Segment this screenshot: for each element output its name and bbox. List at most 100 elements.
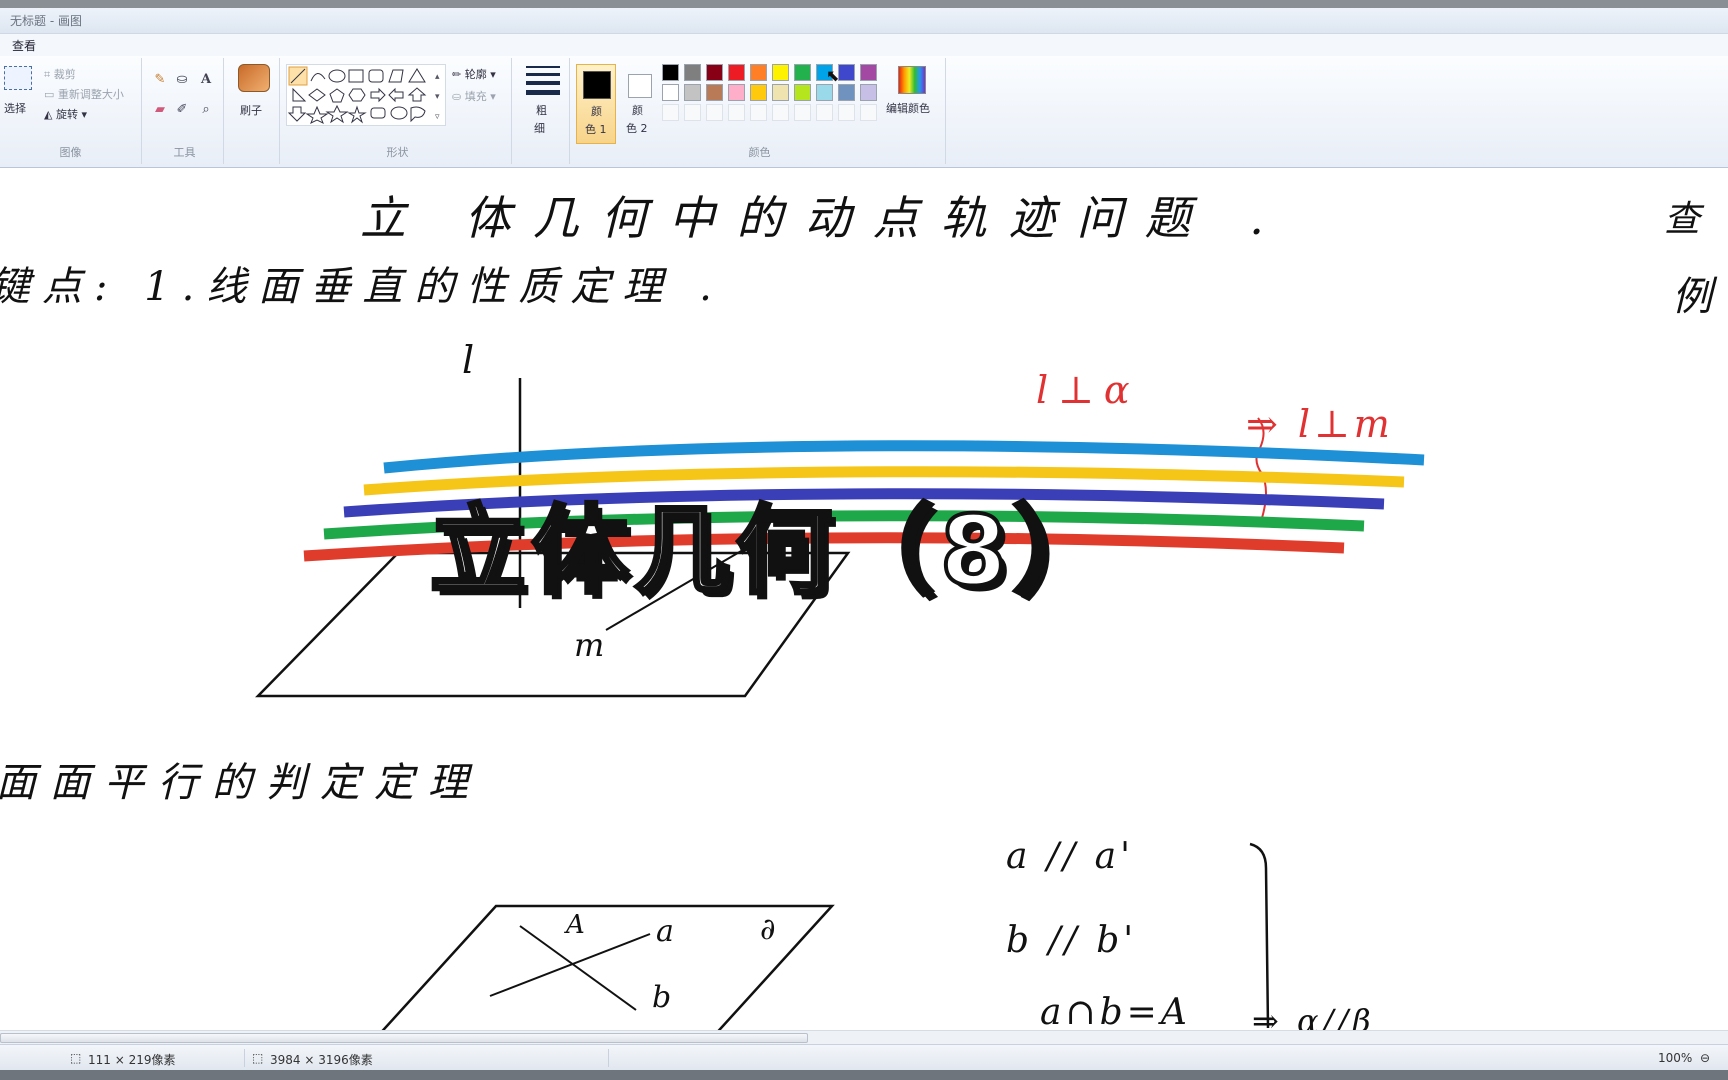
custom-color-slot[interactable] (750, 104, 767, 121)
palette-swatch[interactable] (794, 84, 811, 101)
svg-text:▴: ▴ (435, 72, 440, 82)
scrollbar-thumb[interactable] (0, 1033, 808, 1043)
palette-swatch[interactable] (750, 64, 767, 81)
custom-color-slot[interactable] (860, 104, 877, 121)
tools-group-label: 工具 (173, 146, 196, 159)
outline-button[interactable]: ✏ 轮廓 ▾ (452, 66, 496, 82)
custom-color-slot[interactable] (684, 104, 701, 121)
palette-swatch[interactable] (728, 84, 745, 101)
zoom-level: 100% (1658, 1051, 1693, 1065)
color1-button[interactable]: 颜 色 1 (576, 64, 616, 144)
shapes-gallery-icons: ▴ ▾ ▿ (287, 66, 440, 125)
color2-swatch (628, 74, 652, 98)
color2-button[interactable]: 颜 色 2 (620, 64, 660, 144)
zoom-out-icon[interactable]: ⊖ (1700, 1051, 1710, 1065)
image-group: 选择 ⌗ 裁剪 ▭ 重新调整大小 ◭ 旋转 ▾ 图像 (0, 58, 142, 164)
palette-swatch[interactable] (838, 64, 855, 81)
shapes-group: ▴ ▾ ▿ ✏ 轮廓 ▾ ⛀ 填充 ▾ 形状 (284, 58, 512, 164)
title-bar: 无标题 - 画图 (0, 8, 1728, 34)
resize-label: 重新调整大小 (57, 88, 124, 101)
menu-bar: 查看 (0, 34, 1728, 56)
tab-view[interactable]: 查看 (8, 37, 40, 54)
image-group-label: 图像 (59, 146, 82, 159)
selection-size: 111 × 219像素 (88, 1053, 176, 1067)
magnifier-icon[interactable]: ⌕ (196, 100, 216, 118)
edit-colors-label: 编辑颜色 (886, 102, 930, 115)
brush-icon (238, 64, 270, 92)
window-bottom-border (0, 1070, 1728, 1080)
palette-swatch[interactable] (860, 64, 877, 81)
color2-label-top: 颜 (632, 104, 643, 117)
rainbow-icon (898, 66, 926, 94)
palette-swatch[interactable] (860, 84, 877, 101)
size-label-top: 粗 (536, 104, 547, 117)
color1-label-top: 颜 (591, 105, 602, 118)
colors-group-label: 颜色 (748, 146, 771, 159)
palette-swatch[interactable] (662, 64, 679, 81)
select-label: 选择 (4, 102, 26, 115)
palette-swatch[interactable] (662, 84, 679, 101)
pencil-icon[interactable]: ✎ (150, 70, 170, 88)
color-picker-icon[interactable]: ✐ (172, 100, 192, 118)
color-palette (662, 64, 884, 128)
crop-button[interactable]: ⌗ 裁剪 (44, 66, 76, 82)
resize-button[interactable]: ▭ 重新调整大小 (44, 86, 124, 102)
rotate-button[interactable]: ◭ 旋转 ▾ (44, 106, 87, 122)
outline-label: 轮廓 (464, 68, 487, 81)
palette-swatch[interactable] (772, 84, 789, 101)
drawing-canvas[interactable]: 立 体几何中的动点轨迹问题 . 查 键点: 1.线面垂直的性质定理 . 例 l … (0, 168, 1728, 1030)
custom-color-slot[interactable] (772, 104, 789, 121)
line-width-icon (526, 66, 560, 95)
color1-label-bottom: 色 1 (585, 123, 607, 136)
edit-colors-button[interactable]: 编辑颜色 (886, 64, 942, 124)
custom-color-slot[interactable] (728, 104, 745, 121)
palette-swatch[interactable] (684, 64, 701, 81)
custom-color-slot[interactable] (838, 104, 855, 121)
palette-swatch[interactable] (706, 64, 723, 81)
text-icon[interactable]: A (196, 70, 216, 88)
select-icon (4, 66, 32, 90)
fill-button[interactable]: ⛀ 填充 ▾ (452, 88, 496, 104)
tools-group: ✎ ⛀ A ▰ ✐ ⌕ 工具 (146, 58, 224, 164)
rotate-label: 旋转 (55, 108, 78, 121)
eraser-icon[interactable]: ▰ (150, 100, 170, 118)
status-separator (608, 1049, 609, 1067)
fill-bucket-icon[interactable]: ⛀ (172, 70, 192, 88)
status-bar: ⬚ 111 × 219像素 ⬚ 3984 × 3196像素 100% ⊖ (0, 1044, 1728, 1070)
window-title: 无标题 - 画图 (10, 14, 82, 28)
select-button[interactable]: 选择 (2, 64, 34, 124)
palette-swatch[interactable] (750, 84, 767, 101)
shapes-group-label: 形状 (386, 146, 409, 159)
window-top-border (0, 0, 1728, 8)
palette-swatch[interactable] (794, 64, 811, 81)
crop-label: 裁剪 (53, 68, 76, 81)
palette-swatch[interactable] (772, 64, 789, 81)
ribbon: 选择 ⌗ 裁剪 ▭ 重新调整大小 ◭ 旋转 ▾ 图像 ✎ ⛀ A ▰ ✐ ⌕ 工… (0, 56, 1728, 168)
palette-swatch[interactable] (706, 84, 723, 101)
fill-label: 填充 (464, 90, 487, 103)
custom-color-slot[interactable] (662, 104, 679, 121)
image-size: 3984 × 3196像素 (270, 1053, 373, 1067)
custom-color-slot[interactable] (706, 104, 723, 121)
svg-text:▾: ▾ (435, 92, 440, 102)
selection-size-icon: ⬚ (70, 1051, 82, 1065)
palette-swatch[interactable] (838, 84, 855, 101)
mouse-cursor-icon: ⬉ (826, 66, 840, 85)
brush-label: 刷子 (240, 104, 262, 117)
palette-swatch[interactable] (816, 84, 833, 101)
color2-label-bottom: 色 2 (626, 122, 648, 135)
brush-button[interactable]: 刷子 (228, 58, 280, 164)
colors-group: 颜 色 1 颜 色 2 编辑颜色 ⬉ 颜色 (574, 58, 946, 164)
custom-color-slot[interactable] (816, 104, 833, 121)
horizontal-scrollbar[interactable] (0, 1030, 1728, 1044)
size-button[interactable]: 粗 细 (516, 58, 570, 164)
image-size-icon: ⬚ (252, 1051, 264, 1065)
palette-swatch[interactable] (684, 84, 701, 101)
palette-swatch[interactable] (728, 64, 745, 81)
shapes-gallery[interactable]: ▴ ▾ ▿ (286, 64, 446, 126)
custom-color-slot[interactable] (794, 104, 811, 121)
size-label-bottom: 细 (534, 122, 545, 135)
color1-swatch (583, 71, 611, 99)
svg-text:▿: ▿ (435, 112, 440, 122)
video-title-banner: 立体几何（8） (428, 493, 1115, 609)
